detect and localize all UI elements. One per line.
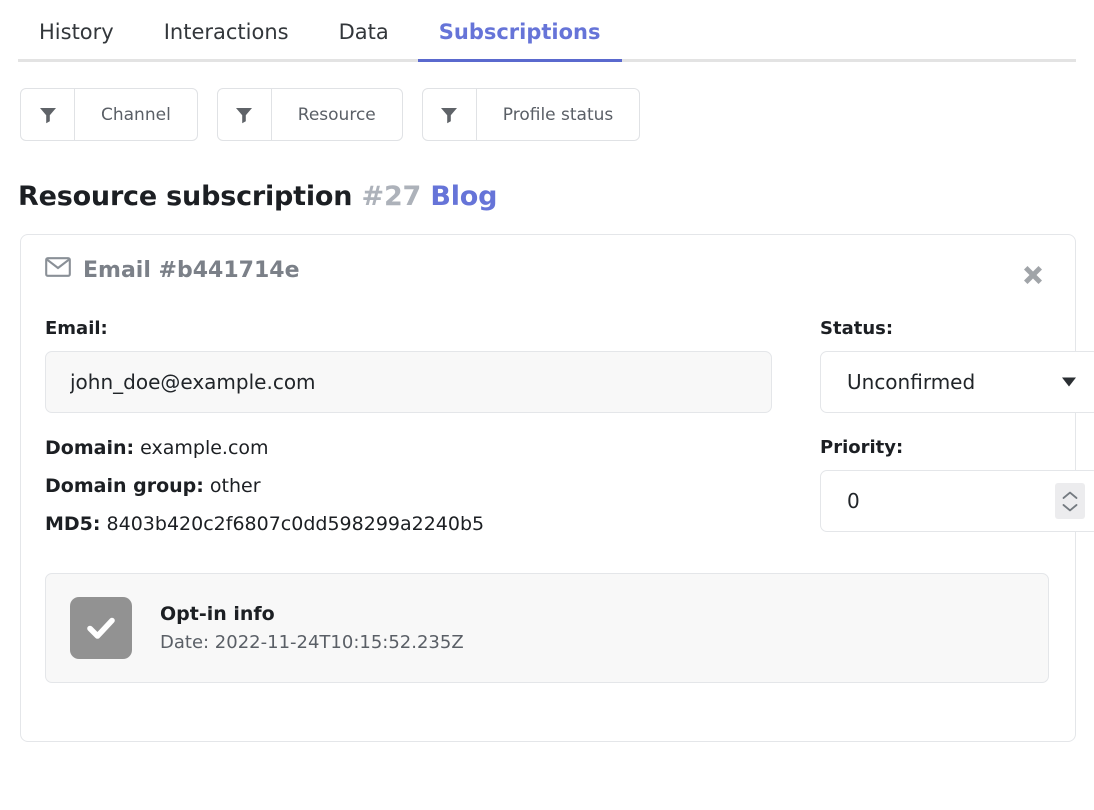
chevron-down-icon [1062, 503, 1078, 511]
optin-date: Date: 2022-11-24T10:15:52.235Z [160, 632, 464, 653]
checkmark-icon [70, 597, 132, 659]
domain-group-value: other [209, 475, 261, 497]
tab-bar: History Interactions Data Subscriptions [18, 0, 1076, 62]
domain-group-label: Domain group: [45, 475, 204, 497]
page-title-number: #27 [361, 181, 422, 212]
page-title: Resource subscription #27 Blog [18, 181, 1094, 212]
filter-funnel-icon[interactable] [218, 89, 272, 140]
domain-info-block: Domain: example.com Domain group: other … [45, 437, 772, 551]
envelope-icon [45, 257, 71, 283]
card-title-text: Email #b441714e [83, 257, 300, 283]
status-field-group: Status: Unconfirmed [820, 318, 1094, 413]
priority-spinner-buttons[interactable] [1055, 483, 1085, 519]
filter-resource-label: Resource [297, 104, 376, 125]
status-select-wrap: Unconfirmed [820, 351, 1094, 413]
filter-profile-status-label: Profile status [502, 104, 614, 125]
filter-channel-button[interactable]: Channel [20, 88, 198, 141]
md5-label: MD5: [45, 513, 101, 535]
chevron-up-icon [1062, 491, 1078, 499]
tab-data[interactable]: Data [318, 22, 410, 59]
domain-label: Domain: [45, 437, 135, 459]
filter-bar: Channel Resource Profile status [20, 88, 1094, 141]
tab-history[interactable]: History [18, 22, 135, 59]
optin-info-panel: Opt-in info Date: 2022-11-24T10:15:52.23… [45, 573, 1049, 683]
priority-field-group: Priority: [820, 437, 1094, 551]
optin-title: Opt-in info [160, 603, 275, 625]
domain-value: example.com [140, 437, 269, 459]
domain-line: Domain: example.com [45, 437, 772, 459]
priority-input[interactable] [821, 488, 1021, 514]
tab-interactions[interactable]: Interactions [143, 22, 310, 59]
tab-subscriptions[interactable]: Subscriptions [417, 22, 622, 62]
domain-group-line: Domain group: other [45, 475, 772, 497]
filter-resource-button[interactable]: Resource [216, 88, 403, 141]
filter-channel-label: Channel [101, 104, 171, 125]
close-x-icon[interactable] [1017, 259, 1049, 291]
card-header: Email #b441714e [45, 257, 1049, 291]
priority-label: Priority: [820, 437, 904, 458]
filter-funnel-icon[interactable] [21, 89, 75, 140]
priority-stepper [820, 470, 1094, 532]
filter-profile-status-button[interactable]: Profile status [421, 88, 641, 141]
optin-text-block: Opt-in info Date: 2022-11-24T10:15:52.23… [160, 603, 464, 653]
md5-value: 8403b420c2f6807c0dd598299a2240b5 [106, 513, 485, 535]
form-grid: Email: Status: Unconfirmed Domain: examp… [45, 318, 1094, 551]
status-select[interactable]: Unconfirmed [820, 351, 1094, 413]
page-title-subject-link[interactable]: Blog [430, 181, 497, 212]
page-title-text: Resource subscription [18, 181, 353, 212]
status-label: Status: [820, 318, 894, 339]
email-label: Email: [45, 318, 108, 339]
email-field-group: Email: [45, 318, 772, 413]
card-title: Email #b441714e [45, 257, 300, 283]
subscription-card: Email #b441714e Email: Status: Unconfirm… [20, 234, 1094, 742]
email-input[interactable] [45, 351, 772, 413]
filter-funnel-icon[interactable] [423, 89, 477, 140]
md5-line: MD5: 8403b420c2f6807c0dd598299a2240b5 [45, 513, 772, 535]
